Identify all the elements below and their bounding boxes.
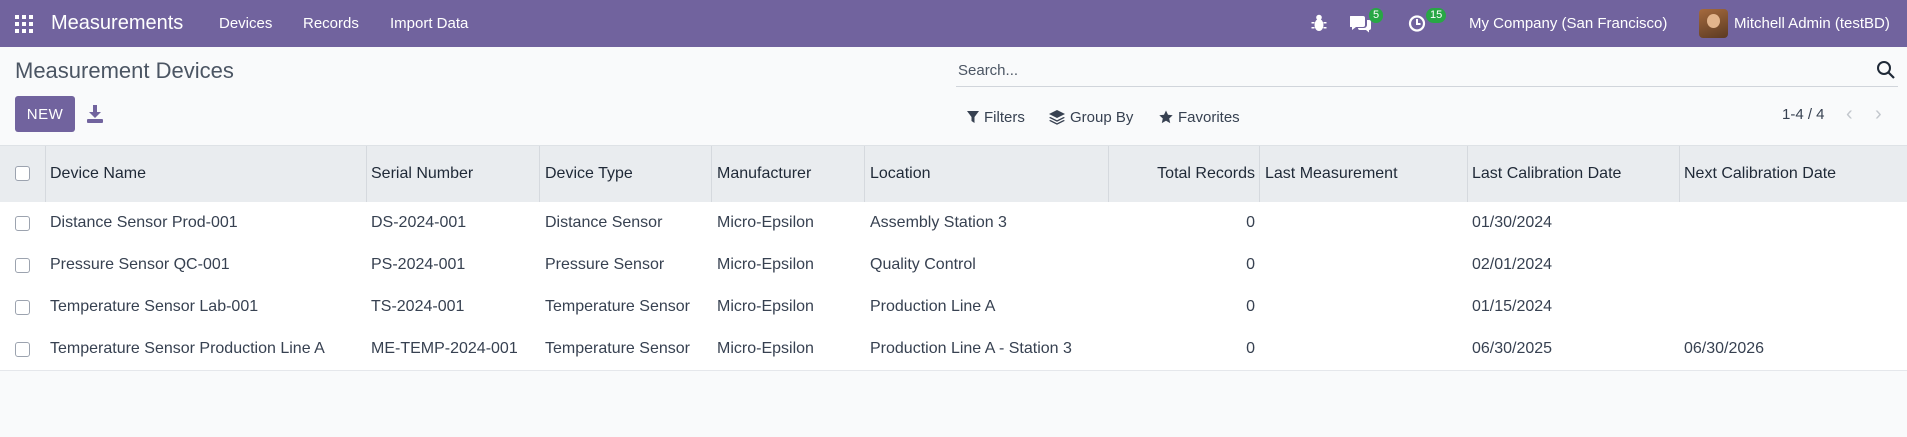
column-divider — [366, 146, 367, 202]
cell-device-name: Temperature Sensor Production Line A — [50, 340, 325, 357]
download-icon[interactable] — [86, 103, 104, 125]
new-button[interactable]: NEW — [15, 96, 75, 132]
table-header: Device Name Serial Number Device Type Ma… — [0, 145, 1907, 203]
cell-serial-number: PS-2024-001 — [371, 256, 466, 273]
filters-label: Filters — [984, 108, 1025, 126]
row-checkbox[interactable] — [15, 342, 30, 357]
filter-icon — [967, 110, 979, 123]
cell-manufacturer: Micro-Epsilon — [717, 298, 814, 315]
user-menu[interactable]: Mitchell Admin (testBD) — [1734, 0, 1890, 47]
group-by-label: Group By — [1070, 108, 1134, 126]
cell-manufacturer: Micro-Epsilon — [717, 256, 814, 273]
col-manufacturer[interactable]: Manufacturer — [717, 146, 811, 202]
messages-count-badge: 5 — [1369, 8, 1384, 23]
search-bar — [956, 56, 1898, 87]
pager-value[interactable]: 1-4 / 4 — [1782, 106, 1825, 123]
cell-serial-number: ME-TEMP-2024-001 — [371, 340, 518, 357]
column-divider — [45, 146, 46, 202]
messages-chat-icon[interactable] — [1349, 0, 1372, 47]
cell-total-records: 0 — [1246, 340, 1255, 357]
menu-devices[interactable]: Devices — [219, 0, 272, 47]
cell-last-calibration-date: 06/30/2025 — [1472, 340, 1553, 357]
col-last-measurement[interactable]: Last Measurement — [1265, 146, 1398, 202]
pager-next-icon[interactable]: › — [1875, 104, 1889, 124]
cell-last-calibration-date: 01/30/2024 — [1472, 214, 1553, 231]
column-divider — [1679, 146, 1680, 202]
menu-records[interactable]: Records — [303, 0, 359, 47]
cell-device-type: Distance Sensor — [545, 214, 663, 231]
column-divider — [711, 146, 712, 202]
cell-next-calibration-date: 06/30/2026 — [1684, 340, 1765, 357]
select-all-checkbox[interactable] — [15, 166, 30, 181]
col-total-records[interactable]: Total Records — [1108, 146, 1255, 202]
cell-manufacturer: Micro-Epsilon — [717, 214, 814, 231]
cell-serial-number: TS-2024-001 — [371, 298, 465, 315]
column-divider — [1259, 146, 1260, 202]
row-checkbox[interactable] — [15, 300, 30, 315]
favorites-button[interactable]: Favorites — [1159, 106, 1240, 128]
star-icon — [1159, 110, 1173, 124]
cell-total-records: 0 — [1246, 256, 1255, 273]
apps-menu-icon[interactable] — [15, 0, 35, 47]
col-next-calibration-date[interactable]: Next Calibration Date — [1684, 146, 1836, 202]
user-avatar[interactable] — [1699, 9, 1728, 38]
col-location[interactable]: Location — [870, 146, 931, 202]
cell-location: Quality Control — [870, 256, 976, 273]
col-last-calibration-date[interactable]: Last Calibration Date — [1472, 146, 1621, 202]
company-switcher[interactable]: My Company (San Francisco) — [1469, 0, 1667, 47]
row-checkbox[interactable] — [15, 258, 30, 273]
layers-icon — [1049, 109, 1065, 125]
cell-last-calibration-date: 01/15/2024 — [1472, 298, 1553, 315]
col-device-type[interactable]: Device Type — [545, 146, 633, 202]
cell-device-type: Pressure Sensor — [545, 256, 665, 273]
search-input[interactable] — [956, 56, 1860, 84]
cell-device-name: Pressure Sensor QC-001 — [50, 256, 230, 273]
filters-button[interactable]: Filters — [967, 106, 1025, 128]
cell-device-type: Temperature Sensor — [545, 340, 690, 357]
page-title: Measurement Devices — [15, 58, 234, 83]
cell-location: Assembly Station 3 — [870, 214, 1007, 231]
cell-serial-number: DS-2024-001 — [371, 214, 467, 231]
cell-last-calibration-date: 02/01/2024 — [1472, 256, 1553, 273]
pager-previous-icon[interactable]: ‹ — [1846, 104, 1860, 124]
cell-location: Production Line A - Station 3 — [870, 340, 1072, 357]
activities-clock-icon[interactable] — [1408, 0, 1426, 47]
search-icon[interactable] — [1876, 60, 1896, 80]
cell-total-records: 0 — [1246, 214, 1255, 231]
table-row[interactable]: Temperature Sensor Production Line A ME-… — [0, 328, 1907, 371]
cell-manufacturer: Micro-Epsilon — [717, 340, 814, 357]
col-device-name[interactable]: Device Name — [50, 146, 146, 202]
table-row[interactable]: Distance Sensor Prod-001 DS-2024-001 Dis… — [0, 202, 1907, 245]
debug-bug-icon[interactable] — [1311, 0, 1327, 47]
app-brand[interactable]: Measurements — [51, 0, 183, 47]
menu-import-data[interactable]: Import Data — [390, 0, 468, 47]
favorites-label: Favorites — [1178, 108, 1240, 126]
row-checkbox[interactable] — [15, 216, 30, 231]
table-row[interactable]: Pressure Sensor QC-001 PS-2024-001 Press… — [0, 244, 1907, 287]
top-navbar: Measurements Devices Records Import Data… — [0, 0, 1907, 47]
cell-device-name: Distance Sensor Prod-001 — [50, 214, 238, 231]
column-divider — [864, 146, 865, 202]
table-row[interactable]: Temperature Sensor Lab-001 TS-2024-001 T… — [0, 286, 1907, 329]
group-by-button[interactable]: Group By — [1049, 106, 1133, 128]
cell-total-records: 0 — [1246, 298, 1255, 315]
cell-device-type: Temperature Sensor — [545, 298, 690, 315]
cell-location: Production Line A — [870, 298, 996, 315]
column-divider — [539, 146, 540, 202]
activities-count-badge: 15 — [1426, 8, 1447, 23]
col-serial-number[interactable]: Serial Number — [371, 146, 473, 202]
cell-device-name: Temperature Sensor Lab-001 — [50, 298, 259, 315]
column-divider — [1467, 146, 1468, 202]
